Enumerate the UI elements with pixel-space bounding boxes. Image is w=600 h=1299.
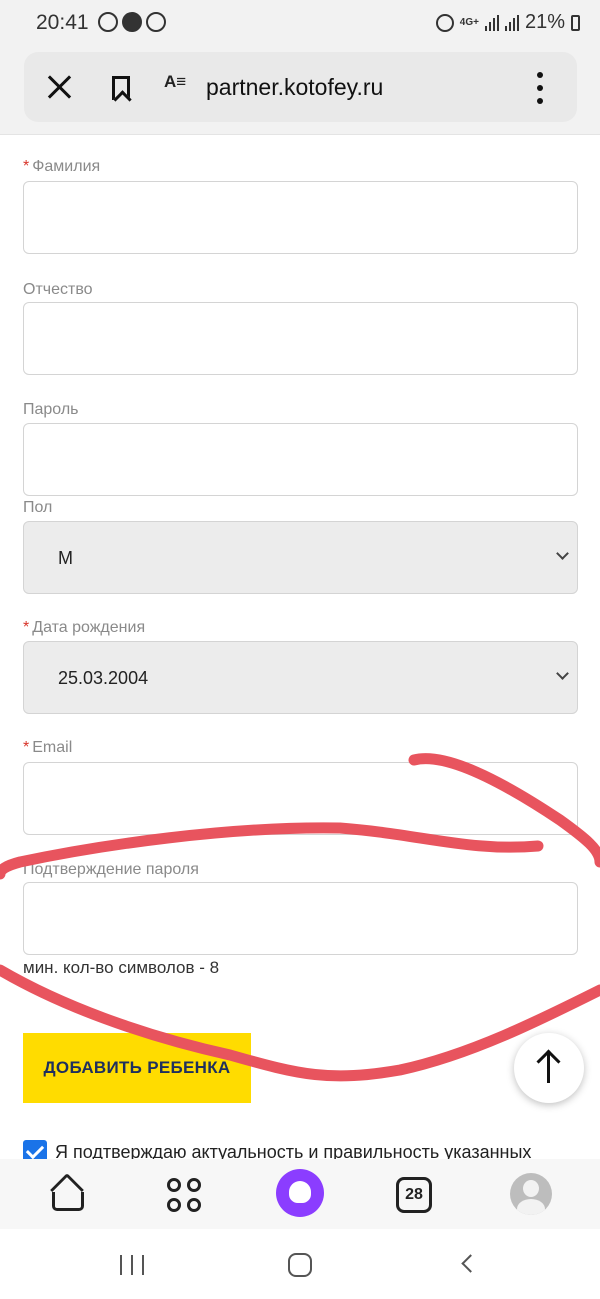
birthdate-select[interactable]: 25.03.2004: [23, 641, 578, 714]
required-mark: *: [23, 739, 30, 756]
signal-icon: [504, 14, 519, 31]
email-label: * Email: [23, 739, 73, 756]
add-child-button[interactable]: ДОБАВИТЬ РЕБЕНКА: [23, 1033, 251, 1103]
recents-icon[interactable]: [120, 1255, 144, 1275]
gender-select[interactable]: М: [23, 521, 578, 594]
status-time: 20:41: [36, 11, 89, 34]
consent-text: Я подтверждаю актуальность и правильност…: [55, 1142, 532, 1159]
last-name-label: * Фамилия: [23, 158, 101, 175]
scroll-to-top-button[interactable]: [514, 1033, 584, 1103]
birthdate-value: 25.03.2004: [58, 668, 149, 688]
birthdate-label: * Дата рождения: [23, 619, 146, 636]
registration-form: * Фамилия Отчество Пароль Пол М * Дата рож…: [0, 134, 600, 1159]
reader-mode-icon[interactable]: A≡: [164, 72, 186, 92]
required-mark: *: [23, 158, 30, 175]
url-text[interactable]: partner.kotofey.ru: [206, 74, 383, 101]
password-hint: мин. кол-во символов - 8: [23, 958, 220, 977]
email-input[interactable]: [23, 762, 578, 835]
status-bar: 20:41 4G+ 21%: [0, 0, 600, 48]
browser-bottom-nav: 28: [0, 1159, 600, 1229]
consent-checkbox[interactable]: [23, 1140, 47, 1159]
consent-row[interactable]: Я подтверждаю актуальность и правильност…: [23, 1140, 595, 1159]
close-icon[interactable]: [46, 74, 72, 100]
last-name-input[interactable]: [23, 181, 578, 254]
alarm-icon: [435, 13, 454, 32]
required-mark: *: [23, 619, 30, 636]
home-button-icon[interactable]: [288, 1253, 312, 1277]
tabs-icon[interactable]: 28: [396, 1177, 432, 1213]
alice-assistant-icon[interactable]: [276, 1169, 324, 1217]
whatsapp-icon: [146, 12, 166, 32]
signal-icon: [484, 14, 499, 31]
back-icon[interactable]: [461, 1254, 480, 1273]
notification-icons: [98, 12, 166, 32]
password-label: Пароль: [23, 401, 79, 418]
browser-toolbar: A≡ partner.kotofey.ru: [0, 48, 600, 134]
address-bar[interactable]: A≡ partner.kotofey.ru: [24, 52, 577, 122]
home-icon[interactable]: [48, 1173, 88, 1215]
chevron-down-icon: [556, 547, 569, 560]
middle-name-label: Отчество: [23, 281, 93, 298]
services-grid-icon[interactable]: [164, 1175, 204, 1215]
middle-name-input[interactable]: [23, 302, 578, 375]
gender-value: М: [58, 548, 73, 568]
battery-icon: [571, 14, 580, 31]
bookmark-icon[interactable]: [112, 76, 130, 100]
confirm-password-input[interactable]: [23, 882, 578, 955]
network-type: 4G+: [459, 16, 479, 28]
whatsapp-icon: [98, 12, 118, 32]
chevron-down-icon: [556, 667, 569, 680]
profile-avatar-icon[interactable]: [510, 1173, 552, 1215]
notification-icon: [122, 12, 142, 32]
system-navigation-bar: [0, 1229, 600, 1299]
battery-level: 21%: [524, 11, 565, 33]
more-vert-icon[interactable]: [534, 72, 546, 104]
password-input[interactable]: [23, 423, 578, 496]
confirm-password-label: Подтверждение пароля: [23, 861, 199, 878]
gender-label: Пол: [23, 499, 53, 516]
system-icons: 4G+ 21%: [435, 11, 580, 34]
